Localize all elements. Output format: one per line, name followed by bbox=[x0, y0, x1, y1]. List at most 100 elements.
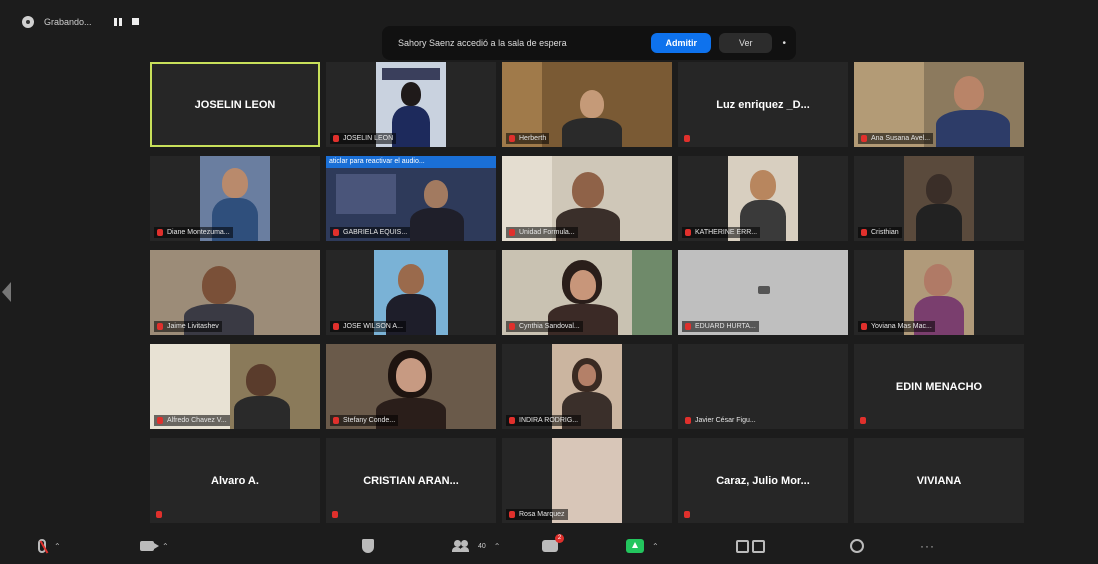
breakout-rooms-icon[interactable] bbox=[736, 539, 765, 553]
mic-muted-icon bbox=[685, 323, 691, 330]
participant-label: EDUARD HURTA... bbox=[682, 321, 759, 332]
participant-tile[interactable]: Cristhian bbox=[854, 156, 1024, 241]
participant-label: Rosa Marquez bbox=[506, 509, 568, 520]
participant-tile[interactable]: Caraz, Julio Mor... bbox=[678, 438, 848, 523]
admit-button[interactable]: Admitir bbox=[651, 33, 711, 53]
waiting-room-notification: Sahory Saenz accedió a la sala de espera… bbox=[382, 26, 796, 60]
recording-label: Grabando... bbox=[44, 17, 92, 27]
participant-label: INDIRA RODRIG... bbox=[506, 415, 582, 426]
participant-label: Jaime Livitashev bbox=[154, 321, 222, 332]
notification-more-icon[interactable]: • bbox=[782, 38, 786, 49]
mic-muted-icon bbox=[861, 135, 867, 142]
participant-tile[interactable]: Yoviana Mas Mac... bbox=[854, 250, 1024, 335]
video-options-chevron-icon[interactable]: ⌃ bbox=[162, 542, 169, 551]
participant-tile[interactable]: Javier César Figu... bbox=[678, 344, 848, 429]
mic-muted-icon bbox=[509, 229, 515, 236]
mic-muted-icon bbox=[860, 417, 866, 424]
mic-muted-icon bbox=[861, 229, 867, 236]
participant-tile[interactable]: CRISTIAN ARAN... bbox=[326, 438, 496, 523]
prev-page-arrow-icon[interactable] bbox=[2, 282, 11, 302]
mic-muted-icon bbox=[157, 229, 163, 236]
participant-name: Alvaro A. bbox=[211, 474, 259, 487]
participant-video bbox=[904, 156, 974, 241]
mic-muted-icon bbox=[333, 135, 339, 142]
record-icon bbox=[22, 16, 34, 28]
participant-grid: JOSELIN LEON JOSELIN LEON Herberth Luz e… bbox=[150, 62, 1026, 530]
participant-tile[interactable]: EDUARD HURTA... bbox=[678, 250, 848, 335]
participant-tile[interactable]: Stefany Conde... bbox=[326, 344, 496, 429]
participant-tile[interactable]: VIVIANA bbox=[854, 438, 1024, 523]
participant-label: Stefany Conde... bbox=[330, 415, 399, 426]
mute-microphone-icon[interactable] bbox=[38, 539, 46, 553]
participant-tile[interactable]: aticlar para reactivar el audio... GABRI… bbox=[326, 156, 496, 241]
participant-name: VIVIANA bbox=[916, 474, 962, 487]
pause-recording-icon[interactable] bbox=[113, 18, 122, 26]
participant-label: Alfredo Chavez V... bbox=[154, 415, 230, 426]
mic-muted-icon bbox=[685, 229, 691, 236]
mic-muted-icon bbox=[509, 417, 515, 424]
participant-name: EDIN MENACHO bbox=[895, 380, 983, 393]
participant-tile[interactable]: JOSELIN LEON bbox=[150, 62, 320, 147]
participant-label: Javier César Figu... bbox=[682, 415, 759, 426]
mic-muted-icon bbox=[685, 417, 691, 424]
mic-muted-icon bbox=[509, 135, 515, 142]
camera-off-icon bbox=[758, 286, 770, 294]
participant-tile[interactable]: Diane Montezuma... bbox=[150, 156, 320, 241]
participant-tile[interactable]: Jaime Livitashev bbox=[150, 250, 320, 335]
participant-label: Yoviana Mas Mac... bbox=[858, 321, 935, 332]
reactions-icon[interactable] bbox=[850, 539, 864, 553]
participant-label: KATHERINE ERR... bbox=[682, 227, 761, 238]
participant-name: JOSELIN LEON bbox=[194, 98, 276, 111]
share-screen-icon[interactable] bbox=[626, 539, 644, 553]
participant-tile[interactable]: Unidad Formula... bbox=[502, 156, 672, 241]
participant-tile[interactable]: JOSE WILSON A... bbox=[326, 250, 496, 335]
mic-muted-icon bbox=[509, 323, 515, 330]
mic-muted-icon bbox=[684, 135, 690, 142]
participant-label: Herberth bbox=[506, 133, 550, 144]
mic-muted-icon bbox=[333, 417, 339, 424]
participant-tile[interactable]: Cynthia Sandoval... bbox=[502, 250, 672, 335]
mic-muted-icon bbox=[333, 323, 339, 330]
participants-icon[interactable] bbox=[452, 540, 470, 552]
meeting-toolbar: ⌃ ⌃ 40 ⌃ 2 ⌃ ··· bbox=[0, 530, 1098, 564]
participant-tile[interactable]: Rosa Marquez bbox=[502, 438, 672, 523]
stop-recording-icon[interactable] bbox=[131, 18, 139, 25]
audio-options-chevron-icon[interactable]: ⌃ bbox=[54, 542, 61, 551]
participant-label: Unidad Formula... bbox=[506, 227, 578, 238]
share-options-chevron-icon[interactable]: ⌃ bbox=[652, 542, 659, 551]
notification-message: Sahory Saenz accedió a la sala de espera bbox=[398, 38, 567, 48]
mic-muted-icon bbox=[332, 511, 338, 518]
participant-label: Cynthia Sandoval... bbox=[506, 321, 583, 332]
view-button[interactable]: Ver bbox=[718, 33, 773, 53]
participant-name: Luz enriquez _D... bbox=[716, 98, 810, 111]
chat-unread-badge: 2 bbox=[555, 534, 564, 543]
participant-label: Diane Montezuma... bbox=[154, 227, 233, 238]
chat-icon[interactable]: 2 bbox=[542, 534, 564, 552]
participants-options-chevron-icon[interactable]: ⌃ bbox=[494, 542, 501, 551]
mic-muted-icon bbox=[157, 417, 163, 424]
participant-tile[interactable]: Alfredo Chavez V... bbox=[150, 344, 320, 429]
mic-muted-icon bbox=[333, 229, 339, 236]
recording-indicator: Grabando... bbox=[22, 13, 139, 31]
participant-tile[interactable]: Herberth bbox=[502, 62, 672, 147]
participant-label: JOSELIN LEON bbox=[330, 133, 397, 144]
participant-tile[interactable]: KATHERINE ERR... bbox=[678, 156, 848, 241]
participant-label: Ana Susana Avel... bbox=[858, 133, 934, 144]
participant-tile[interactable]: JOSELIN LEON bbox=[326, 62, 496, 147]
unmute-banner[interactable]: aticlar para reactivar el audio... bbox=[326, 156, 496, 168]
participant-label: JOSE WILSON A... bbox=[330, 321, 406, 332]
participant-label: Cristhian bbox=[858, 227, 902, 238]
participants-count: 40 bbox=[478, 542, 486, 550]
mic-muted-icon bbox=[156, 511, 162, 518]
mic-muted-icon bbox=[861, 323, 867, 330]
security-shield-icon[interactable] bbox=[362, 539, 374, 553]
participant-tile[interactable]: EDIN MENACHO bbox=[854, 344, 1024, 429]
participant-tile[interactable]: INDIRA RODRIG... bbox=[502, 344, 672, 429]
camera-icon[interactable] bbox=[140, 541, 159, 551]
participant-tile[interactable]: Ana Susana Avel... bbox=[854, 62, 1024, 147]
participant-name: CRISTIAN ARAN... bbox=[363, 474, 459, 487]
participant-tile[interactable]: Luz enriquez _D... bbox=[678, 62, 848, 147]
more-options-icon[interactable]: ··· bbox=[920, 539, 935, 553]
participant-label: GABRIELA EQUIS... bbox=[330, 227, 411, 238]
participant-tile[interactable]: Alvaro A. bbox=[150, 438, 320, 523]
